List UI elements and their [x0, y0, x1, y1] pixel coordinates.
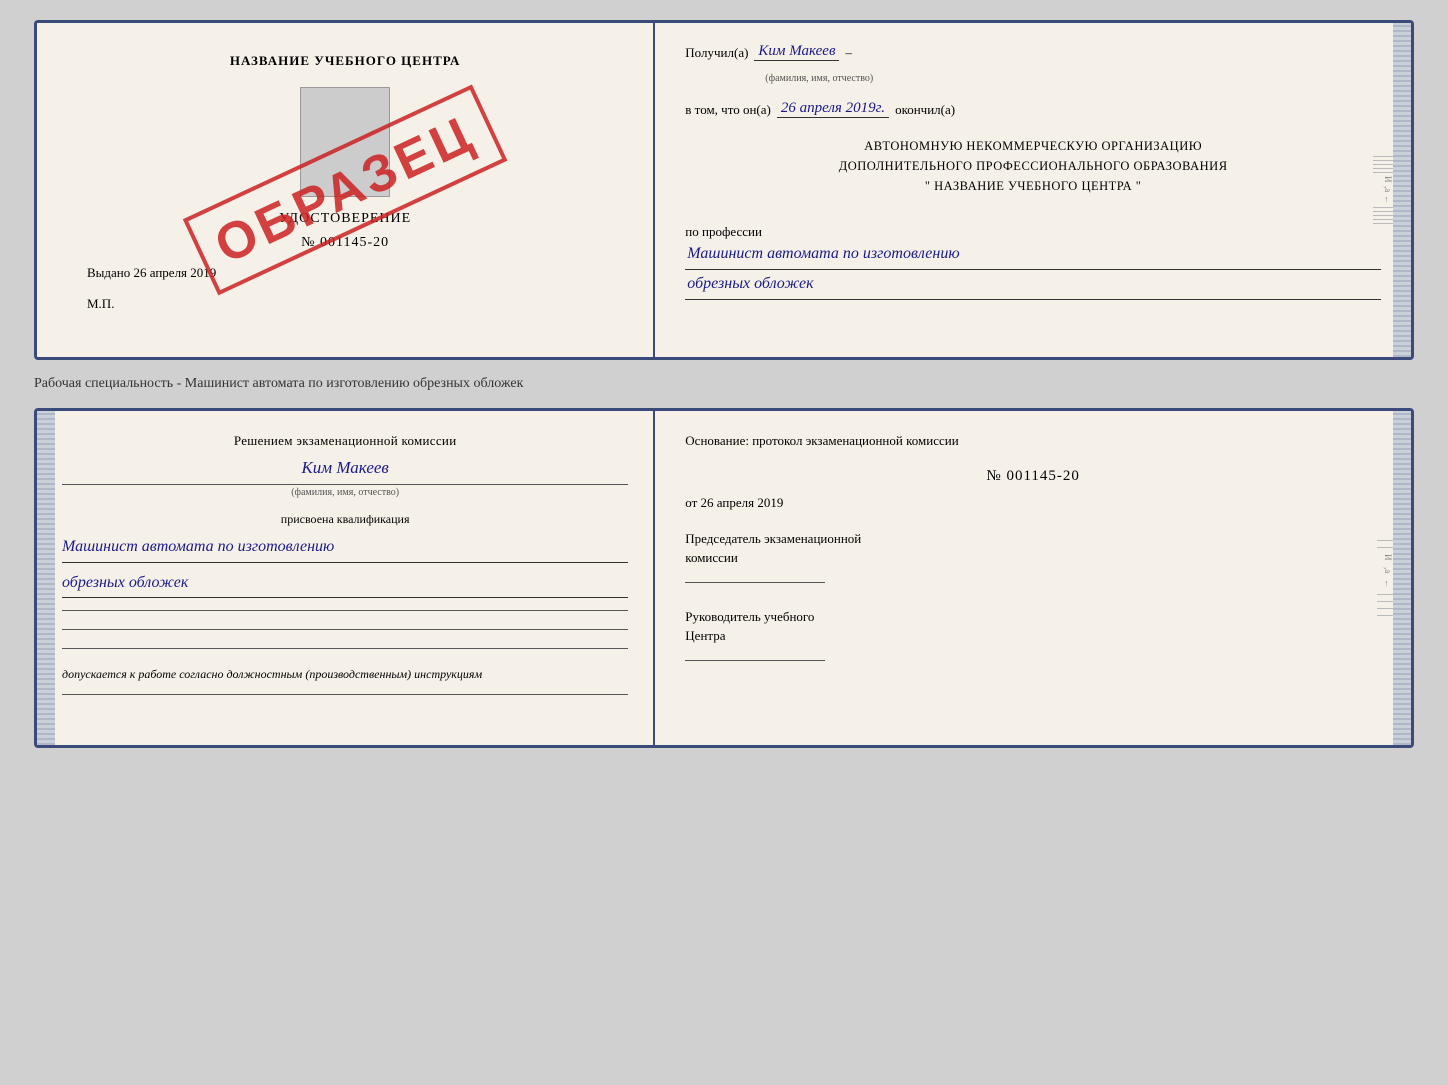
- separator-4: [62, 694, 628, 695]
- chairman-block: Председатель экзаменационной комиссии: [685, 529, 1381, 583]
- date-value: 26 апреля 2019г.: [777, 100, 889, 118]
- bottom-right-spine-stripe: [1393, 411, 1411, 745]
- date-label: в том, что он(а): [685, 102, 771, 118]
- bottom-certificate: Решением экзаменационной комиссии Ким Ма…: [34, 408, 1414, 748]
- org-text-1: АВТОНОМНУЮ НЕКОММЕРЧЕСКУЮ ОРГАНИЗАЦИЮ: [685, 136, 1381, 156]
- director-line2: Центра: [685, 628, 725, 643]
- qualification-label: присвоена квалификация: [62, 512, 628, 527]
- separator-2: [62, 629, 628, 630]
- bottom-left-panel: Решением экзаменационной комиссии Ким Ма…: [37, 411, 655, 745]
- protocol-date-value: от 26 апреля 2019: [685, 495, 783, 510]
- protocol-date: от 26 апреля 2019: [685, 495, 1381, 511]
- org-text-3: " НАЗВАНИЕ УЧЕБНОГО ЦЕНТРА ": [685, 176, 1381, 196]
- dash1: –: [845, 45, 852, 61]
- bottom-right-decorative: И ,а ←: [1377, 411, 1393, 745]
- bottom-right-panel: Основание: протокол экзаменационной коми…: [655, 411, 1411, 745]
- chair-line2: комиссии: [685, 550, 738, 565]
- top-certificate: НАЗВАНИЕ УЧЕБНОГО ЦЕНТРА УДОСТОВЕРЕНИЕ №…: [34, 20, 1414, 360]
- basis-label: Основание: протокол экзаменационной коми…: [685, 431, 1381, 452]
- profession-line2: обрезных обложек: [685, 270, 1381, 300]
- bottom-profession-line2: обрезных обложек: [62, 569, 628, 599]
- finished-label: окончил(а): [895, 102, 955, 118]
- mp-label: М.П.: [77, 281, 114, 312]
- cert-number: № 001145-20: [301, 235, 389, 251]
- fio-hint-top: (фамилия, имя, отчество): [765, 73, 1381, 84]
- separator-1: [62, 610, 628, 611]
- chairman-sig-line: [685, 582, 825, 583]
- chair-line1: Председатель экзаменационной: [685, 531, 861, 546]
- separator-3: [62, 648, 628, 649]
- bottom-profession-line1: Машинист автомата по изготовлению: [62, 533, 628, 563]
- bottom-title: Решением экзаменационной комиссии: [62, 431, 628, 452]
- director-line1: Руководитель учебного: [685, 609, 814, 624]
- profession-line1: Машинист автомата по изготовлению: [685, 240, 1381, 270]
- cert-issued-date: Выдано 26 апреля 2019: [77, 265, 216, 281]
- cert-type-label: УДОСТОВЕРЕНИЕ: [279, 211, 411, 227]
- photo-placeholder: [300, 87, 390, 197]
- right-decorative-stripes: И ,а ←: [1373, 23, 1393, 357]
- cert-right-panel: Получил(а) Ким Макеев – (фамилия, имя, о…: [655, 23, 1411, 357]
- profession-label: по профессии: [685, 224, 1381, 240]
- school-name-top: НАЗВАНИЕ УЧЕБНОГО ЦЕНТРА: [230, 53, 461, 69]
- director-block: Руководитель учебного Центра: [685, 607, 1381, 661]
- note-text: допускается к работе согласно должностны…: [62, 667, 628, 682]
- org-block: АВТОНОМНУЮ НЕКОММЕРЧЕСКУЮ ОРГАНИЗАЦИЮ ДО…: [685, 136, 1381, 196]
- cert-left-panel: НАЗВАНИЕ УЧЕБНОГО ЦЕНТРА УДОСТОВЕРЕНИЕ №…: [37, 23, 655, 357]
- right-spine-stripe: [1393, 23, 1411, 357]
- recipient-name: Ким Макеев: [754, 43, 839, 61]
- director-label: Руководитель учебного Центра: [685, 607, 1381, 646]
- chairman-label: Председатель экзаменационной комиссии: [685, 529, 1381, 568]
- recipient-label: Получил(а): [685, 45, 748, 61]
- protocol-number: № 001145-20: [685, 468, 1381, 485]
- issued-label: Выдано 26 апреля 2019: [87, 265, 216, 280]
- caption-text: Рабочая специальность - Машинист автомат…: [34, 372, 523, 396]
- org-text-2: ДОПОЛНИТЕЛЬНОГО ПРОФЕССИОНАЛЬНОГО ОБРАЗО…: [685, 156, 1381, 176]
- bottom-left-spine-stripe: [37, 411, 55, 745]
- bottom-person-name: Ким Макеев: [62, 458, 628, 478]
- bottom-fio-hint: (фамилия, имя, отчество): [62, 484, 628, 498]
- document-container: НАЗВАНИЕ УЧЕБНОГО ЦЕНТРА УДОСТОВЕРЕНИЕ №…: [34, 20, 1414, 748]
- director-sig-line: [685, 660, 825, 661]
